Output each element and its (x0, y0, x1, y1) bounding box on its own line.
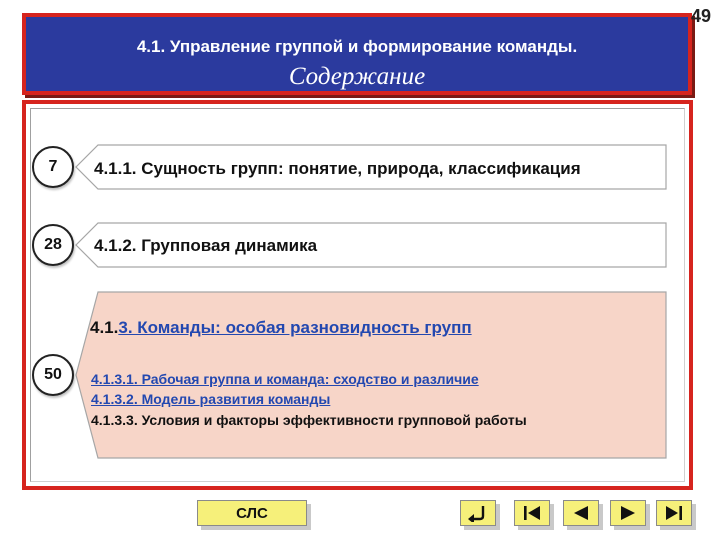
subsection-3-3-label: 4.1.3.3. Условия и факторы эффективности… (91, 412, 527, 428)
return-button[interactable] (460, 500, 496, 526)
section-1-number[interactable]: 7 (32, 146, 74, 188)
previous-icon (574, 506, 588, 520)
last-icon (666, 506, 682, 520)
section-2-number[interactable]: 28 (32, 224, 74, 266)
return-icon (468, 506, 485, 522)
section-3-number[interactable]: 50 (32, 354, 74, 396)
slc-button[interactable]: СЛС (197, 500, 307, 526)
subsection-3-2-link[interactable]: 4.1.3.2. Модель развития команды (91, 391, 330, 407)
subsection-3-1-link[interactable]: 4.1.3.1. Рабочая группа и команда: сходс… (91, 371, 479, 387)
section-3-heading-link[interactable]: 3. Команды: особая разновидность групп (118, 318, 471, 337)
header-banner: 4.1. Управление группой и формирование к… (22, 13, 692, 95)
next-button[interactable] (610, 500, 646, 526)
last-button[interactable] (656, 500, 692, 526)
section-2-label[interactable]: 4.1.2. Групповая динамика (94, 236, 317, 256)
header-subtitle: Содержание (288, 63, 426, 90)
previous-button[interactable] (563, 500, 599, 526)
header-title: 4.1. Управление группой и формирование к… (136, 37, 578, 56)
section-3-heading: 4.1.3. Команды: особая разновидность гру… (90, 318, 472, 338)
section-3-heading-prefix: 4.1. (90, 318, 119, 337)
next-icon (621, 506, 635, 520)
first-icon (524, 506, 540, 520)
page-number: 49 (691, 6, 712, 26)
section-1-label[interactable]: 4.1.1. Сущность групп: понятие, природа,… (94, 159, 581, 179)
first-button[interactable] (514, 500, 550, 526)
